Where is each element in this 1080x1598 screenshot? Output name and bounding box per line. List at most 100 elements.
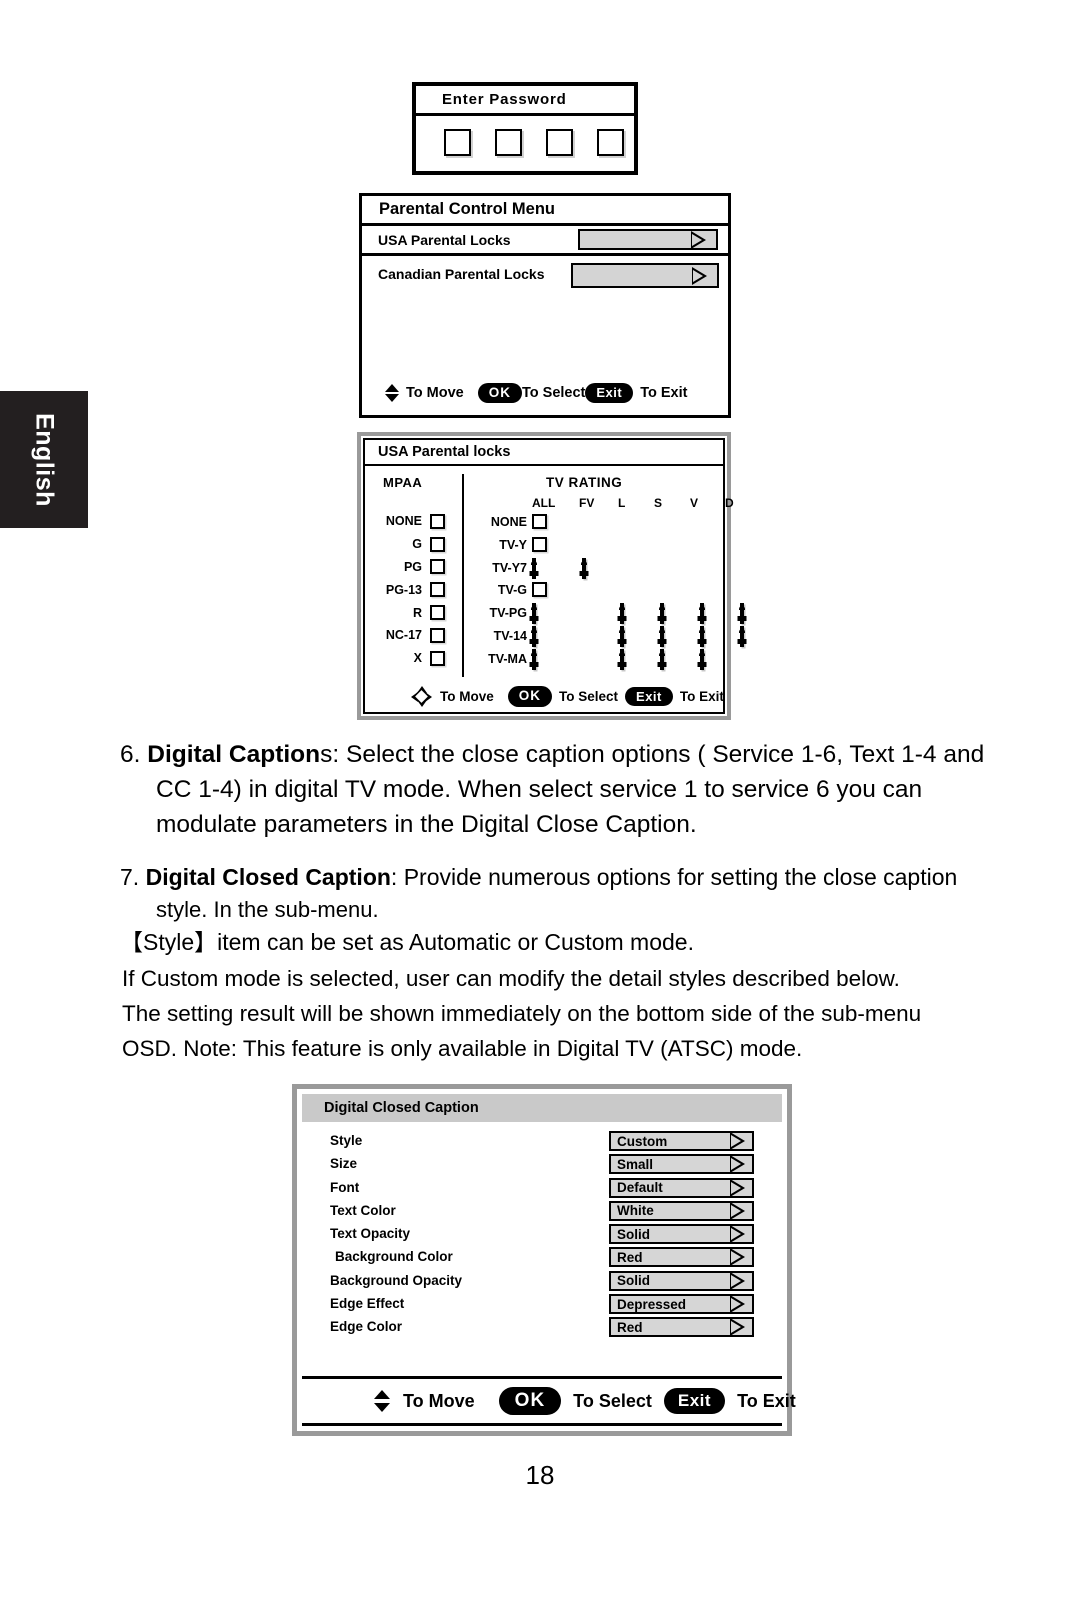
item6-line2: CC 1-4) in digital TV mode. When select … bbox=[156, 775, 923, 803]
canadian-parental-locks-field[interactable] bbox=[571, 263, 719, 288]
password-digit-3[interactable] bbox=[546, 129, 573, 156]
password-digit-1[interactable] bbox=[444, 129, 471, 156]
ok-button[interactable]: OK bbox=[507, 686, 552, 707]
menu-item-canadian-parental-locks[interactable]: Canadian Parental Locks bbox=[362, 259, 728, 289]
dcc-setting-field[interactable]: Depressed bbox=[609, 1294, 754, 1315]
dcc-setting-row[interactable]: Edge Effect Depressed bbox=[297, 1294, 787, 1317]
tv-rating-label: TV-Y7 bbox=[492, 560, 527, 575]
tv-rating-row[interactable]: TV-MA bbox=[464, 648, 723, 672]
lock-icon[interactable] bbox=[740, 603, 744, 625]
dcc-setting-field[interactable]: Red bbox=[609, 1317, 754, 1338]
right-triangle-icon bbox=[730, 1132, 745, 1150]
checkbox-icon[interactable] bbox=[532, 536, 547, 552]
tv-rating-label: TV-PG bbox=[489, 606, 527, 621]
lock-icon-selected[interactable] bbox=[532, 557, 536, 579]
hint-move-label: To Move bbox=[406, 384, 464, 401]
dcc-setting-row[interactable]: Text Color White bbox=[297, 1200, 787, 1224]
checkbox-icon[interactable] bbox=[532, 514, 547, 529]
lock-icon[interactable] bbox=[740, 625, 744, 647]
tv-rating-row[interactable]: NONE bbox=[464, 512, 723, 535]
dcc-setting-row[interactable]: Text Opacity Solid bbox=[297, 1224, 787, 1247]
paragraph-setting-line: The setting result will be shown immedia… bbox=[122, 1001, 922, 1026]
dcc-setting-label: Size bbox=[330, 1156, 358, 1172]
tv-rating-row[interactable]: TV-14 bbox=[464, 625, 744, 649]
right-triangle-icon bbox=[730, 1295, 745, 1314]
exit-button[interactable]: Exit bbox=[663, 1388, 726, 1414]
tv-rating-row[interactable]: TV-G bbox=[464, 580, 723, 603]
column-header-l: L bbox=[618, 496, 626, 510]
lock-icon[interactable] bbox=[620, 625, 624, 647]
dcc-setting-value: Depressed bbox=[617, 1296, 687, 1312]
checkbox-icon[interactable] bbox=[430, 582, 445, 598]
dcc-setting-row[interactable]: Style Custom bbox=[297, 1131, 787, 1154]
password-digit-4[interactable] bbox=[597, 129, 624, 156]
mpaa-row[interactable]: PG bbox=[365, 556, 462, 579]
dcc-setting-value: Default bbox=[617, 1180, 663, 1196]
lock-icon[interactable] bbox=[532, 625, 536, 647]
hint-exit-label: To Exit bbox=[679, 689, 724, 704]
mpaa-label: PG-13 bbox=[385, 582, 422, 597]
mpaa-rating-list: NONE G PG PG-13 R NC-17 X bbox=[365, 510, 462, 670]
item6-bold-term: Digital Caption bbox=[147, 741, 321, 768]
password-digit-2[interactable] bbox=[495, 129, 522, 156]
right-triangle-icon bbox=[692, 266, 707, 285]
tv-rating-row[interactable]: TV-Y7 bbox=[464, 557, 723, 581]
lock-icon[interactable] bbox=[700, 603, 704, 625]
dcc-setting-row[interactable]: Edge Color Red bbox=[297, 1317, 787, 1340]
dcc-setting-row[interactable]: Font Default bbox=[297, 1177, 787, 1201]
lock-icon[interactable] bbox=[700, 625, 704, 647]
dcc-setting-label: Edge Effect bbox=[330, 1296, 405, 1312]
mpaa-row[interactable]: X bbox=[365, 647, 462, 670]
dcc-setting-row[interactable]: Size Small bbox=[297, 1154, 787, 1177]
checkbox-icon[interactable] bbox=[430, 513, 445, 529]
page-number: 18 bbox=[525, 1460, 555, 1490]
checkbox-icon[interactable] bbox=[430, 559, 445, 575]
checkbox-icon[interactable] bbox=[430, 627, 445, 643]
manual-page: English Enter Password Parental Control … bbox=[0, 0, 1080, 1598]
dcc-setting-row[interactable]: Background Color Red bbox=[297, 1247, 787, 1270]
dcc-setting-field[interactable]: Default bbox=[609, 1177, 754, 1198]
right-triangle-icon bbox=[730, 1201, 745, 1220]
checkbox-icon[interactable] bbox=[430, 605, 445, 621]
tv-rating-row[interactable]: TV-PG bbox=[464, 603, 744, 626]
lock-icon[interactable] bbox=[582, 557, 586, 579]
mpaa-label: R bbox=[412, 605, 422, 620]
lock-icon[interactable] bbox=[700, 648, 704, 670]
usa-parental-locks-field[interactable] bbox=[578, 229, 718, 250]
language-tab-label: English bbox=[30, 412, 59, 507]
dcc-setting-field[interactable]: Small bbox=[609, 1154, 754, 1175]
checkbox-icon[interactable] bbox=[532, 582, 547, 598]
dcc-setting-field[interactable]: Custom bbox=[609, 1131, 754, 1151]
dcc-setting-value: Solid bbox=[617, 1273, 650, 1289]
lock-icon[interactable] bbox=[620, 603, 624, 625]
ok-button[interactable]: OK bbox=[498, 1387, 562, 1415]
tv-rating-row[interactable]: TV-Y bbox=[464, 535, 723, 558]
checkbox-icon[interactable] bbox=[430, 650, 445, 666]
column-header-d: D bbox=[725, 496, 734, 510]
lock-icon[interactable] bbox=[660, 648, 664, 670]
dcc-setting-field[interactable]: Red bbox=[609, 1247, 754, 1268]
lock-icon[interactable] bbox=[660, 625, 664, 647]
checkbox-icon[interactable] bbox=[430, 536, 445, 552]
mpaa-row[interactable]: G bbox=[365, 533, 462, 556]
exit-button[interactable]: Exit bbox=[585, 383, 634, 403]
lock-icon[interactable] bbox=[532, 603, 536, 625]
dcc-setting-value: Small bbox=[617, 1156, 654, 1172]
ok-button[interactable]: OK bbox=[477, 382, 522, 403]
dcc-setting-field[interactable]: White bbox=[609, 1200, 754, 1221]
dcc-setting-row[interactable]: Background Opacity Solid bbox=[297, 1270, 787, 1294]
lock-icon[interactable] bbox=[620, 648, 624, 670]
menu-item-usa-parental-locks[interactable]: USA Parental Locks bbox=[362, 226, 728, 256]
digital-closed-caption-hint-bar: To Move OK To Select Exit To Exit bbox=[374, 1387, 796, 1415]
right-triangle-icon bbox=[730, 1178, 745, 1197]
mpaa-row[interactable]: NC-17 bbox=[365, 624, 462, 647]
mpaa-row[interactable]: R bbox=[365, 601, 462, 624]
dcc-setting-field[interactable]: Solid bbox=[609, 1224, 754, 1245]
dcc-setting-field[interactable]: Solid bbox=[609, 1270, 754, 1291]
mpaa-row[interactable]: PG-13 bbox=[365, 578, 462, 601]
mpaa-row[interactable]: NONE bbox=[365, 510, 462, 533]
exit-button[interactable]: Exit bbox=[625, 686, 673, 707]
lock-icon[interactable] bbox=[532, 648, 536, 670]
lock-icon[interactable] bbox=[660, 603, 664, 625]
item6-line1: s: Select the close caption options ( Se… bbox=[320, 741, 985, 768]
